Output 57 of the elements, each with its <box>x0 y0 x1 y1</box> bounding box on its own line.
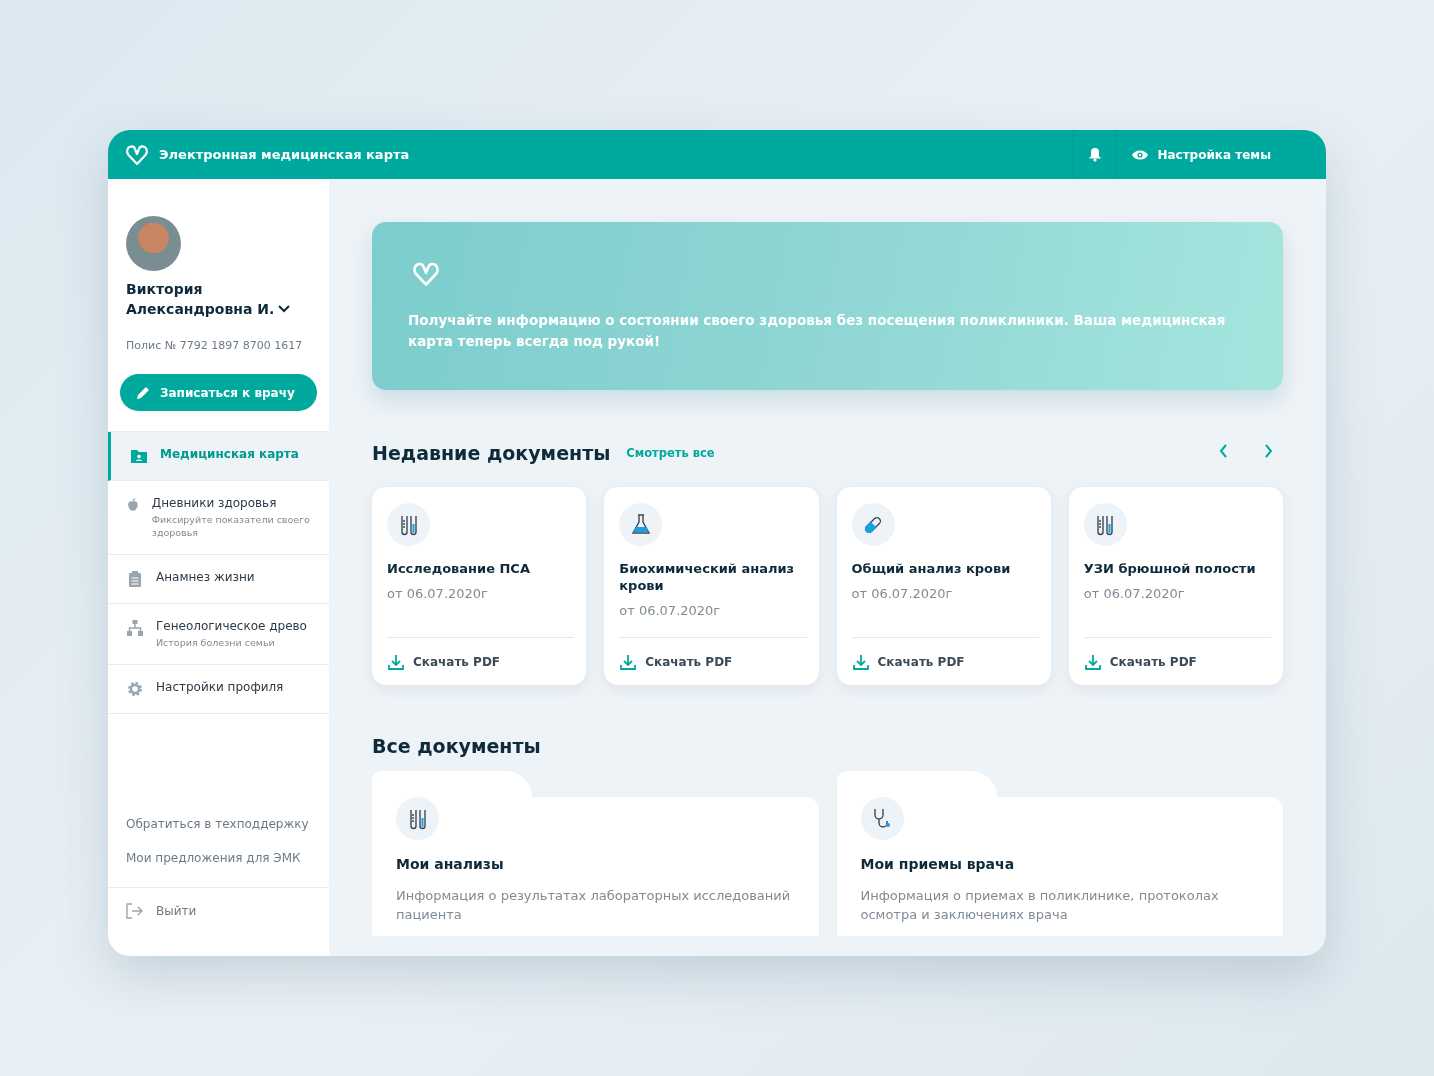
document-date: от 06.07.2020г <box>851 586 954 601</box>
section-title: Все документы <box>372 735 541 757</box>
logout-icon <box>126 903 144 919</box>
logout-button[interactable]: Выйти <box>108 887 329 956</box>
bell-icon <box>1088 147 1103 162</box>
document-date: от 06.07.2020г <box>387 586 489 601</box>
banner-text: Получайте информацию о состоянии своего здоровья без посещения поликлиники. Ваша медицинская карта теперь всегда под рукой! <box>408 311 1227 351</box>
folder-title: Мои приемы врача <box>860 856 1016 872</box>
folder-description: Информация о приемах в поликлинике, протоколах осмотра и заключениях врача <box>860 887 1220 924</box>
nav-label: Анамнез жизни <box>156 570 255 584</box>
folder-description: Информация о результатах лабораторных исследований пациента <box>396 887 792 924</box>
nav-label: Настройки профиля <box>156 680 284 694</box>
download-icon <box>851 652 870 671</box>
document-date: от 06.07.2020г <box>619 603 722 618</box>
document-title: Биохимический анализ крови <box>619 560 796 594</box>
download-icon <box>387 652 405 671</box>
download-pdf-button[interactable]: Скачать PDF <box>1083 637 1271 685</box>
document-card[interactable]: УЗИ брюшной полости от 06.07.2020г Скачать PDF <box>1068 487 1283 685</box>
chevron-right-icon <box>1264 444 1273 458</box>
folder-card[interactable]: Мои анализы Информация о результатах лабораторных исследований пациента <box>372 797 819 936</box>
download-pdf-button[interactable]: Скачать PDF <box>851 637 1039 685</box>
eye-icon <box>1131 148 1150 161</box>
nav-label: Дневники здоровья <box>151 496 278 510</box>
chevron-left-icon <box>1219 444 1228 458</box>
download-icon <box>1083 652 1102 671</box>
clipboard-icon <box>126 570 144 588</box>
settings-icon <box>126 680 144 698</box>
support-link[interactable]: Мои предложения для ЭМК <box>126 851 311 865</box>
app-title: Электронная медицинская карта <box>159 147 411 162</box>
support-link[interactable]: Обратиться в техподдержку <box>126 817 311 831</box>
heart-logo-icon <box>125 142 149 167</box>
user-first-name: Виктория <box>126 280 204 299</box>
nav-label: Медицинская карта <box>160 447 299 461</box>
download-pdf-button[interactable]: Скачать PDF <box>387 637 575 685</box>
document-title: УЗИ брюшной полости <box>1083 560 1257 577</box>
pencil-icon <box>136 385 150 400</box>
user-name-dropdown[interactable]: Александровна И. <box>126 299 317 319</box>
apple-icon <box>126 496 140 514</box>
document-card[interactable]: Общий анализ крови от 06.07.2020г Скачать PDF <box>836 487 1051 685</box>
download-icon <box>619 652 638 671</box>
nav-subtitle: История болезни семьи <box>156 636 276 649</box>
folder-title: Мои анализы <box>396 856 505 872</box>
chevron-down-icon <box>278 305 291 313</box>
nav-subtitle: Фиксируйте показатели своего здоровья <box>151 513 311 539</box>
folder-card[interactable]: Мои приемы врача Информация о приемах в поликлинике, протоколах осмотра и заключениях врача <box>836 797 1283 936</box>
section-title: Недавние документы <box>372 441 611 464</box>
document-title: Исследование ПСА <box>387 560 531 577</box>
avatar <box>126 216 181 271</box>
download-pdf-button[interactable]: Скачать PDF <box>619 637 807 685</box>
document-title: Общий анализ крови <box>851 560 1012 577</box>
document-date: от 06.07.2020г <box>1083 586 1186 601</box>
document-card[interactable]: Биохимический анализ крови от 06.07.2020г Скачать PDF <box>604 487 819 685</box>
document-card[interactable]: Исследование ПСА от 06.07.2020г Скачать PDF <box>372 487 587 685</box>
policy-number: Полис № 7792 1897 8700 1617 <box>126 339 304 352</box>
hierarchy-icon <box>126 619 144 637</box>
nav-label: Генеологическое древо <box>156 619 307 633</box>
folder-icon <box>130 447 148 465</box>
